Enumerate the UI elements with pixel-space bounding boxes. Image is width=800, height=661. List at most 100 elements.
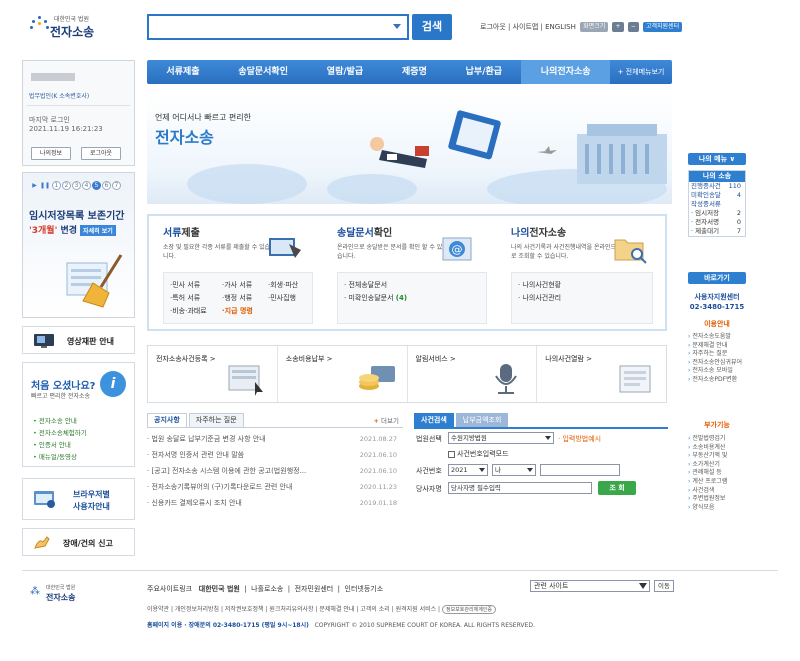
service-delivery[interactable]: 송달문서확인 온라인으로 송달받은 문서를 확인 할 수 있습니다.: [337, 224, 447, 261]
input-example-link[interactable]: · 입력방법예시: [558, 434, 601, 444]
tab-faq[interactable]: 자주하는 질문: [188, 413, 244, 427]
extra-link[interactable]: 사건검색: [688, 487, 780, 496]
notice-banner[interactable]: ▶ ❚❚ 1234567 임시저장목록 보존기간 '3개월' 변경 자세히 보기: [22, 172, 135, 318]
zoom-out-button[interactable]: −: [627, 22, 639, 32]
pause-icon[interactable]: ❚❚: [40, 182, 50, 191]
utility-text[interactable]: 로그아웃 | 사이트맵 | ENGLISH: [480, 23, 576, 31]
nav-all-menu[interactable]: + 전체메뉴보기: [610, 60, 672, 84]
extra-link[interactable]: 양식모음: [688, 504, 780, 513]
unchecked-delivery-link[interactable]: · 미확인송달문서 (4): [344, 292, 407, 305]
row-drafts[interactable]: 작성중서류: [689, 200, 745, 209]
extra-link[interactable]: 부동산기액 및: [688, 452, 780, 461]
court-select[interactable]: 수원지방법원: [448, 432, 554, 444]
quick-case-register[interactable]: 전자소송사건등록 >: [148, 346, 278, 402]
search-input[interactable]: [147, 14, 409, 40]
nav-certificates[interactable]: 제증명: [383, 60, 447, 84]
site-logo[interactable]: 대한민국 법원 전자소송: [30, 14, 130, 44]
more-link[interactable]: + 더보기: [374, 415, 399, 425]
play-icon[interactable]: ▶: [30, 182, 39, 191]
list-item[interactable]: · 전자소송기록뷰어의 (구)기록다운로드 관련 안내 2020.11.23: [147, 479, 403, 495]
support-center-label[interactable]: 사용자지원센터: [688, 292, 746, 302]
my-case-status-link[interactable]: · 나의사건현황: [518, 279, 561, 292]
quick-fee-payment[interactable]: 소송비용납부 >: [278, 346, 408, 402]
first-visit-item[interactable]: 전자소송 안내: [33, 415, 87, 427]
extra-link[interactable]: 전발법령검기: [688, 435, 780, 444]
doc-type-patent[interactable]: ·특허 서류: [170, 292, 207, 305]
nav-view-issue[interactable]: 열람/발급: [307, 60, 382, 84]
row-ongoing[interactable]: 진행중사건 110: [689, 182, 745, 191]
nav-payment[interactable]: 납부/환급: [446, 60, 521, 84]
service-submit[interactable]: 서류제출 소장 및 필요한 각종 서류를 제출할 수 있습니다.: [163, 224, 273, 261]
doc-type-admin[interactable]: ·행정 서류: [222, 292, 253, 305]
case-number-input[interactable]: [540, 464, 620, 476]
search-button[interactable]: 검색: [412, 14, 452, 40]
pager-2[interactable]: 2: [61, 181, 71, 190]
pager-7[interactable]: 7: [111, 181, 121, 190]
footer-link-civil[interactable]: 전자민원센터: [295, 585, 334, 593]
related-site-select[interactable]: 관련 사이트: [530, 580, 650, 592]
zoom-in-button[interactable]: +: [612, 22, 624, 32]
year-select[interactable]: 2021: [448, 464, 488, 476]
row-temp-saved[interactable]: · 임시저장 2: [689, 209, 745, 218]
footer-link-self[interactable]: 나홀로소송: [251, 585, 283, 593]
case-num-mode[interactable]: 사건번호입력모드: [448, 449, 509, 459]
row-e-sign[interactable]: · 전자서명 0: [689, 218, 745, 227]
list-item[interactable]: · 전자서명 인증서 관련 안내 말씀 2021.06.10: [147, 447, 403, 463]
service-my-case[interactable]: 나의전자소송 나의 사건기록과 사건진행내역을 온라인으로 조회할 수 있습니다…: [511, 224, 621, 261]
search-submit-button[interactable]: 조 회: [598, 481, 636, 495]
my-menu-button[interactable]: 나의 메뉴 ∨: [688, 153, 746, 165]
pager-3[interactable]: 3: [71, 181, 81, 190]
doc-type-bankruptcy[interactable]: ·회생·파산: [268, 279, 298, 292]
list-item[interactable]: · [공고] 전자소송 시스템 이용에 관한 공고(법원행정... 2021.06…: [147, 463, 403, 479]
extra-link[interactable]: 관례해설 등: [688, 469, 780, 478]
go-button[interactable]: 이동: [654, 580, 674, 592]
footer-link-court[interactable]: 대한민국 법원: [199, 585, 240, 593]
doc-type-payment-order[interactable]: ·지급 명령: [222, 305, 253, 318]
doc-type-nonlitigation[interactable]: ·비송·과태료: [170, 305, 207, 318]
nav-document-submit[interactable]: 서류제출: [147, 60, 219, 84]
doc-type-execution[interactable]: ·민사집행: [268, 292, 298, 305]
guide-link[interactable]: 문제해결 안내: [688, 342, 780, 351]
all-delivery-link[interactable]: · 전체송달문서: [344, 279, 407, 292]
guide-link[interactable]: 전자소송PDF변환: [688, 376, 780, 385]
my-case-manage-link[interactable]: · 나의사건관리: [518, 292, 561, 305]
guide-link[interactable]: 전자소송 모바일: [688, 367, 780, 376]
quick-case-view[interactable]: 나의사건열람 >: [537, 346, 666, 402]
case-type-select[interactable]: 나: [492, 464, 536, 476]
nav-my-e-litigation[interactable]: 나의전자소송: [521, 60, 610, 84]
doc-type-family[interactable]: ·가사 서류: [222, 279, 253, 292]
support-center-button[interactable]: 고객지원센터: [643, 22, 683, 32]
logout-button[interactable]: 로그아웃: [81, 147, 121, 160]
first-visit-item[interactable]: 인증서 안내: [33, 439, 87, 451]
first-visit-item[interactable]: 전자소송체험하기: [33, 427, 87, 439]
extra-link[interactable]: 주변법원정보: [688, 495, 780, 504]
pager-4[interactable]: 4: [81, 181, 91, 190]
list-item[interactable]: · 법원 송달료 납부기준금 변경 사항 안내 2021.08.27: [147, 431, 403, 447]
guide-link[interactable]: 자주하는 질문: [688, 350, 780, 359]
nav-delivery-check[interactable]: 송달문서확인: [219, 60, 307, 84]
footer-link-registry[interactable]: 인터넷등기소: [345, 585, 384, 593]
video-trial-link[interactable]: 영상재판 안내: [22, 326, 135, 354]
first-visit-item[interactable]: 매뉴얼/동영상: [33, 451, 87, 463]
tab-fee-lookup[interactable]: 납부금액조회: [455, 413, 509, 427]
browser-guide-link[interactable]: 브라우저별 사용자안내: [22, 478, 135, 520]
pager-6[interactable]: 6: [101, 181, 111, 190]
pager-1[interactable]: 1: [51, 181, 61, 190]
pager-5[interactable]: 5: [91, 181, 101, 190]
extra-link[interactable]: 계산 프로그램: [688, 478, 780, 487]
row-pending-submit[interactable]: · 제출대기 7: [689, 227, 745, 236]
extra-link[interactable]: 소송비용계산: [688, 444, 780, 453]
list-item[interactable]: · 신용카드 결제오류시 조치 안내 2019.01.18: [147, 495, 403, 511]
guide-link[interactable]: 전자소송도움말: [688, 333, 780, 342]
my-info-button[interactable]: 나의정보: [31, 147, 71, 160]
doc-type-civil[interactable]: ·민사 서류: [170, 279, 207, 292]
row-unchecked[interactable]: 미확인송달 4: [689, 191, 745, 200]
report-link[interactable]: 장애/건의 신고: [22, 528, 135, 556]
tab-notice[interactable]: 공지사항: [147, 413, 187, 427]
detail-button[interactable]: 자세히 보기: [80, 225, 116, 236]
party-name-input[interactable]: 당사자명 필수입력: [448, 482, 592, 494]
checkbox[interactable]: [448, 450, 455, 458]
chevron-down-icon[interactable]: [393, 24, 401, 29]
tab-case-search[interactable]: 사건검색: [414, 413, 454, 427]
quick-notification[interactable]: 알림서비스 >: [408, 346, 538, 402]
